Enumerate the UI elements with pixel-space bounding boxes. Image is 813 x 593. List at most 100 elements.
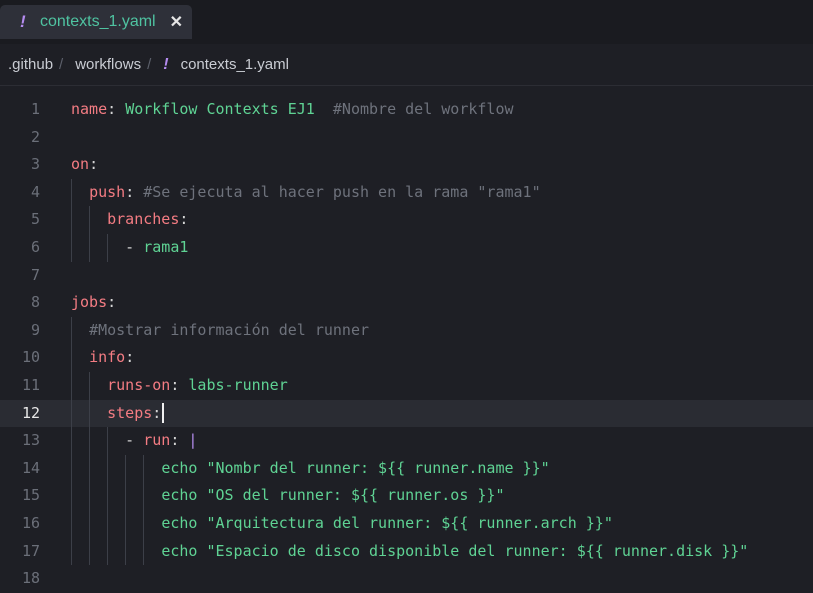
code-text: echo "OS del runner: ${{ runner.os }}" (71, 482, 504, 510)
line-number: 8 (30, 293, 40, 312)
code-line[interactable]: 4 push: #Se ejecuta al hacer push en la … (0, 179, 813, 207)
line-number: 2 (30, 127, 40, 146)
code-token: on (71, 155, 90, 174)
code-token: | (188, 431, 198, 450)
code-text: name: Workflow Contexts EJ1 #Nombre del … (71, 96, 514, 124)
tab-contexts-yaml[interactable]: ! contexts_1.yaml ✕ (0, 5, 192, 39)
code-token: : (170, 431, 189, 450)
line-number: 10 (21, 348, 40, 367)
code-token: echo "Nombr del runner: ${{ runner.name … (161, 458, 550, 477)
code-editor[interactable]: 1 name: Workflow Contexts EJ1 #Nombre del… (0, 96, 813, 587)
code-text: steps: (71, 400, 165, 428)
code-text: jobs: (71, 289, 116, 317)
code-token: runs-on (107, 375, 171, 394)
code-token: info (89, 348, 126, 367)
line-number: 11 (21, 375, 40, 394)
code-token: steps (107, 403, 153, 422)
breadcrumb-item-workflows[interactable]: workflows (75, 56, 141, 73)
code-token: : (152, 403, 162, 422)
text-cursor (162, 403, 165, 424)
code-line[interactable]: 18 (0, 565, 813, 593)
code-line[interactable]: 3 on: (0, 151, 813, 179)
code-token: #Mostrar información del runner (89, 320, 370, 339)
line-number: 16 (21, 513, 40, 532)
line-number: 1 (30, 100, 40, 118)
code-line[interactable]: 5 branches: (0, 206, 813, 234)
code-token: : (89, 155, 99, 174)
breadcrumb-item-github[interactable]: .github (8, 56, 53, 73)
indent-guide (71, 316, 72, 566)
line-number: 17 (21, 541, 40, 560)
line-number: 9 (30, 320, 40, 339)
code-token: : (179, 210, 189, 229)
code-token: : (170, 375, 189, 394)
code-token: branches (107, 210, 180, 229)
code-line[interactable]: 10 info: (0, 344, 813, 372)
breadcrumb-separator: / (147, 56, 152, 73)
indent-guide (143, 454, 145, 566)
code-token: Workflow Contexts EJ1 (125, 100, 315, 118)
code-token: : (107, 293, 117, 312)
code-token: labs-runner (188, 375, 288, 394)
line-number: 14 (21, 458, 40, 477)
line-number: 5 (30, 210, 40, 229)
code-line[interactable]: 7 (0, 262, 813, 290)
code-text: on: (71, 151, 98, 179)
code-token: jobs (71, 293, 108, 312)
code-line[interactable]: 12 steps: (0, 399, 813, 428)
tab-label: contexts_1.yaml (40, 13, 156, 30)
line-number: 4 (30, 182, 40, 201)
code-line[interactable]: 9 #Mostrar información del runner (0, 317, 813, 345)
line-number: 7 (30, 265, 40, 284)
code-token: #Nombre del workflow (332, 100, 514, 118)
code-token: : (125, 182, 144, 201)
code-token: echo "Arquitectura del runner: ${{ runne… (161, 513, 613, 532)
line-number: 18 (21, 569, 40, 588)
code-line[interactable]: 16 echo "Arquitectura del runner: ${{ ru… (0, 510, 813, 538)
breadcrumb: .github / workflows / ! contexts_1.yaml (0, 44, 813, 86)
code-token: rama1 (143, 237, 189, 256)
code-token: run (143, 431, 171, 450)
line-number: 3 (30, 155, 40, 174)
line-number: 6 (30, 237, 40, 256)
indent-guide (107, 234, 109, 262)
code-token: echo "OS del runner: ${{ runner.os }}" (161, 486, 505, 505)
close-icon[interactable]: ✕ (170, 12, 183, 32)
breadcrumb-separator: / (59, 56, 64, 73)
code-line[interactable]: 13 - run: | (0, 427, 813, 455)
code-text: echo "Arquitectura del runner: ${{ runne… (71, 510, 613, 538)
indent-guide (89, 372, 91, 566)
code-text: push: #Se ejecuta al hacer push en la ra… (71, 179, 541, 207)
code-line[interactable]: 6 - rama1 (0, 234, 813, 262)
indent-guide (71, 178, 72, 262)
breadcrumb-item-file[interactable]: contexts_1.yaml (181, 56, 289, 73)
code-token: name (71, 100, 108, 118)
line-number: 12 (21, 403, 40, 422)
indent-guide (89, 206, 91, 262)
code-text: #Mostrar información del runner (71, 317, 369, 345)
code-token: : (125, 348, 135, 367)
code-text: info: (71, 344, 134, 372)
code-line[interactable]: 1 name: Workflow Contexts EJ1 #Nombre del… (0, 96, 813, 124)
line-number: 15 (21, 486, 40, 505)
code-line[interactable]: 11 runs-on: labs-runner (0, 372, 813, 400)
code-line[interactable]: 17 echo "Espacio de disco disponible del… (0, 538, 813, 566)
code-token: : (107, 100, 126, 118)
code-token: #Se ejecuta al hacer push en la rama "ra… (143, 182, 541, 201)
code-line[interactable]: 15 echo "OS del runner: ${{ runner.os }}… (0, 482, 813, 510)
code-line[interactable]: 14 echo "Nombr del runner: ${{ runner.na… (0, 455, 813, 483)
exclamation-icon: ! (20, 12, 26, 31)
code-line[interactable]: 2 (0, 124, 813, 152)
tab-bar: ! contexts_1.yaml ✕ (0, 0, 813, 44)
indent-guide (107, 427, 109, 566)
exclamation-icon: ! (163, 55, 169, 73)
code-token: echo "Espacio de disco disponible del ru… (161, 541, 749, 560)
code-line[interactable]: 8 jobs: (0, 289, 813, 317)
